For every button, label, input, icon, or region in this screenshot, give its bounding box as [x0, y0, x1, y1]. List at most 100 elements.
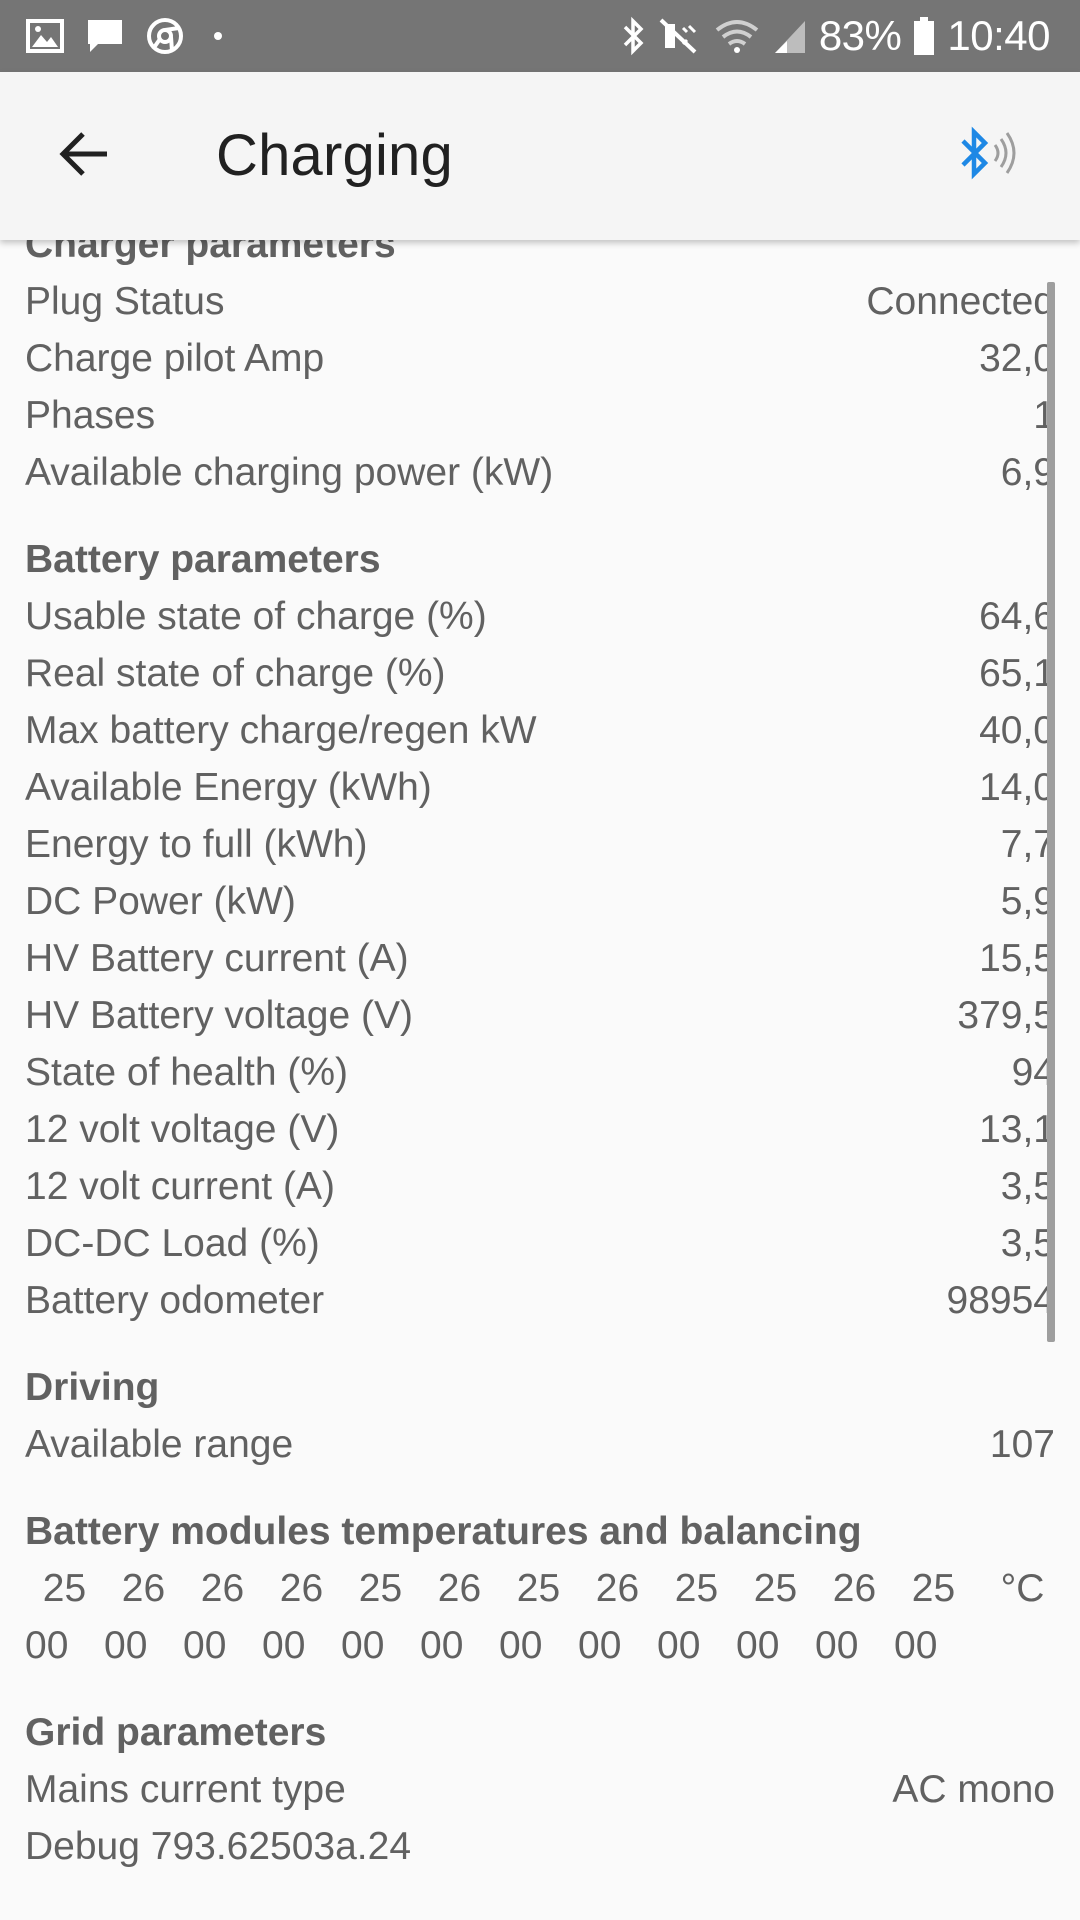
row-label: 12 volt current (A)	[25, 1164, 335, 1208]
row-charge-pilot-amp: Charge pilot Amp 32,0	[0, 330, 1080, 387]
row-value: Connected	[866, 279, 1055, 323]
debug-info: Debug 793.62503a.24	[0, 1818, 1080, 1875]
module-temperature: 25	[516, 1566, 561, 1610]
module-balancing-value: 00	[894, 1623, 938, 1667]
row-12v-voltage: 12 volt voltage (V) 13,1	[0, 1101, 1080, 1158]
status-bar-right: 83% 10:40	[609, 12, 1050, 60]
row-energy-to-full: Energy to full (kWh) 7,7	[0, 816, 1080, 873]
message-icon	[86, 18, 124, 54]
row-available-charging-power: Available charging power (kW) 6,9	[0, 444, 1080, 501]
row-label: Battery odometer	[25, 1278, 325, 1322]
row-label: Max battery charge/regen kW	[25, 708, 537, 752]
row-label: Available range	[25, 1422, 294, 1466]
section-title-battery: Battery parameters	[25, 538, 381, 581]
clock: 10:40	[947, 12, 1050, 59]
status-bar: 83% 10:40	[0, 0, 1080, 72]
row-value: 379,5	[957, 993, 1055, 1037]
bluetooth-connection-button[interactable]	[950, 122, 1030, 192]
module-balancing-value: 00	[736, 1623, 780, 1667]
arrow-left-icon	[57, 130, 111, 183]
row-value: 107	[989, 1422, 1055, 1466]
row-label: HV Battery voltage (V)	[25, 993, 413, 1037]
row-hv-battery-voltage: HV Battery voltage (V) 379,5	[0, 987, 1080, 1044]
bluetooth-icon	[621, 16, 647, 56]
mute-icon	[659, 16, 701, 56]
row-label: Energy to full (kWh)	[25, 822, 368, 866]
row-label: DC Power (kW)	[25, 879, 296, 923]
debug-text: Debug 793.62503a.24	[25, 1824, 412, 1868]
section-title-grid: Grid parameters	[25, 1711, 327, 1754]
row-value: 98954	[946, 1278, 1055, 1322]
module-temperature: 26	[595, 1566, 640, 1610]
module-temperature: 26	[832, 1566, 877, 1610]
chrome-icon	[146, 17, 184, 55]
module-balancing-value: 00	[104, 1623, 148, 1667]
row-battery-odometer: Battery odometer 98954	[0, 1272, 1080, 1329]
module-temperature: 25	[42, 1566, 87, 1610]
row-label: Plug Status	[25, 279, 225, 323]
module-balancing: 00 00 00 00 00 00 00 00 00 00 00 00	[0, 1617, 1080, 1674]
bluetooth-audio-icon	[955, 123, 1025, 192]
row-label: Real state of charge (%)	[25, 651, 446, 695]
row-label: Phases	[25, 393, 156, 437]
module-balancing-value: 00	[341, 1623, 385, 1667]
row-available-range: Available range 107	[0, 1416, 1080, 1473]
module-balancing-value: 00	[25, 1623, 69, 1667]
image-icon	[26, 19, 64, 53]
row-label: 12 volt voltage (V)	[25, 1107, 340, 1151]
row-usable-soc: Usable state of charge (%) 64,6	[0, 588, 1080, 645]
row-value: 40,0	[979, 708, 1055, 752]
row-hv-battery-current: HV Battery current (A) 15,5	[0, 930, 1080, 987]
row-label: Charge pilot Amp	[25, 336, 325, 380]
row-value: 13,1	[979, 1107, 1055, 1151]
section-title-driving: Driving	[25, 1366, 160, 1409]
module-balancing-value: 00	[420, 1623, 464, 1667]
section-title-charger: Charger parameters	[25, 240, 396, 266]
battery-icon	[913, 16, 935, 56]
module-temperatures: 25 26 26 26 25 26 25 26 25 25 26 25 °C	[0, 1560, 1080, 1617]
module-temperature: 26	[437, 1566, 482, 1610]
row-label: State of health (%)	[25, 1050, 349, 1094]
module-balancing-value: 00	[262, 1623, 306, 1667]
row-max-charge-regen: Max battery charge/regen kW 40,0	[0, 702, 1080, 759]
row-value: AC mono	[892, 1767, 1055, 1811]
row-label: HV Battery current (A)	[25, 936, 409, 980]
module-temperature: 26	[121, 1566, 166, 1610]
row-label: DC-DC Load (%)	[25, 1221, 320, 1265]
row-12v-current: 12 volt current (A) 3,5	[0, 1158, 1080, 1215]
notification-dot-icon	[214, 32, 222, 40]
row-value: 14,0	[979, 765, 1055, 809]
app-bar: Charging	[0, 72, 1080, 240]
temperature-unit: °C	[1000, 1566, 1045, 1610]
charging-content[interactable]: Charger parameters Plug Status Connected …	[0, 240, 1080, 1920]
back-button[interactable]	[44, 116, 124, 196]
module-temperature: 25	[753, 1566, 798, 1610]
battery-percentage: 83%	[818, 12, 902, 59]
page-title: Charging	[216, 123, 453, 188]
row-mains-current-type: Mains current type AC mono	[0, 1761, 1080, 1818]
scroll-container: Charger parameters Plug Status Connected …	[0, 240, 1080, 1875]
row-available-energy: Available Energy (kWh) 14,0	[0, 759, 1080, 816]
row-value: 15,5	[979, 936, 1055, 980]
module-temperature: 26	[279, 1566, 324, 1610]
row-state-of-health: State of health (%) 94	[0, 1044, 1080, 1101]
scrollbar[interactable]	[1047, 282, 1055, 1342]
module-balancing-value: 00	[657, 1623, 701, 1667]
row-plug-status: Plug Status Connected	[0, 273, 1080, 330]
signal-icon	[773, 17, 807, 55]
row-phases: Phases 1	[0, 387, 1080, 444]
module-balancing-value: 00	[815, 1623, 859, 1667]
module-temperature: 26	[200, 1566, 245, 1610]
module-balancing-value: 00	[499, 1623, 543, 1667]
module-temperature: 25	[358, 1566, 403, 1610]
status-bar-left	[26, 17, 244, 55]
row-label: Available charging power (kW)	[25, 450, 554, 494]
row-label: Available Energy (kWh)	[25, 765, 432, 809]
row-real-soc: Real state of charge (%) 65,1	[0, 645, 1080, 702]
row-value: 65,1	[979, 651, 1055, 695]
row-value: 32,0	[979, 336, 1055, 380]
